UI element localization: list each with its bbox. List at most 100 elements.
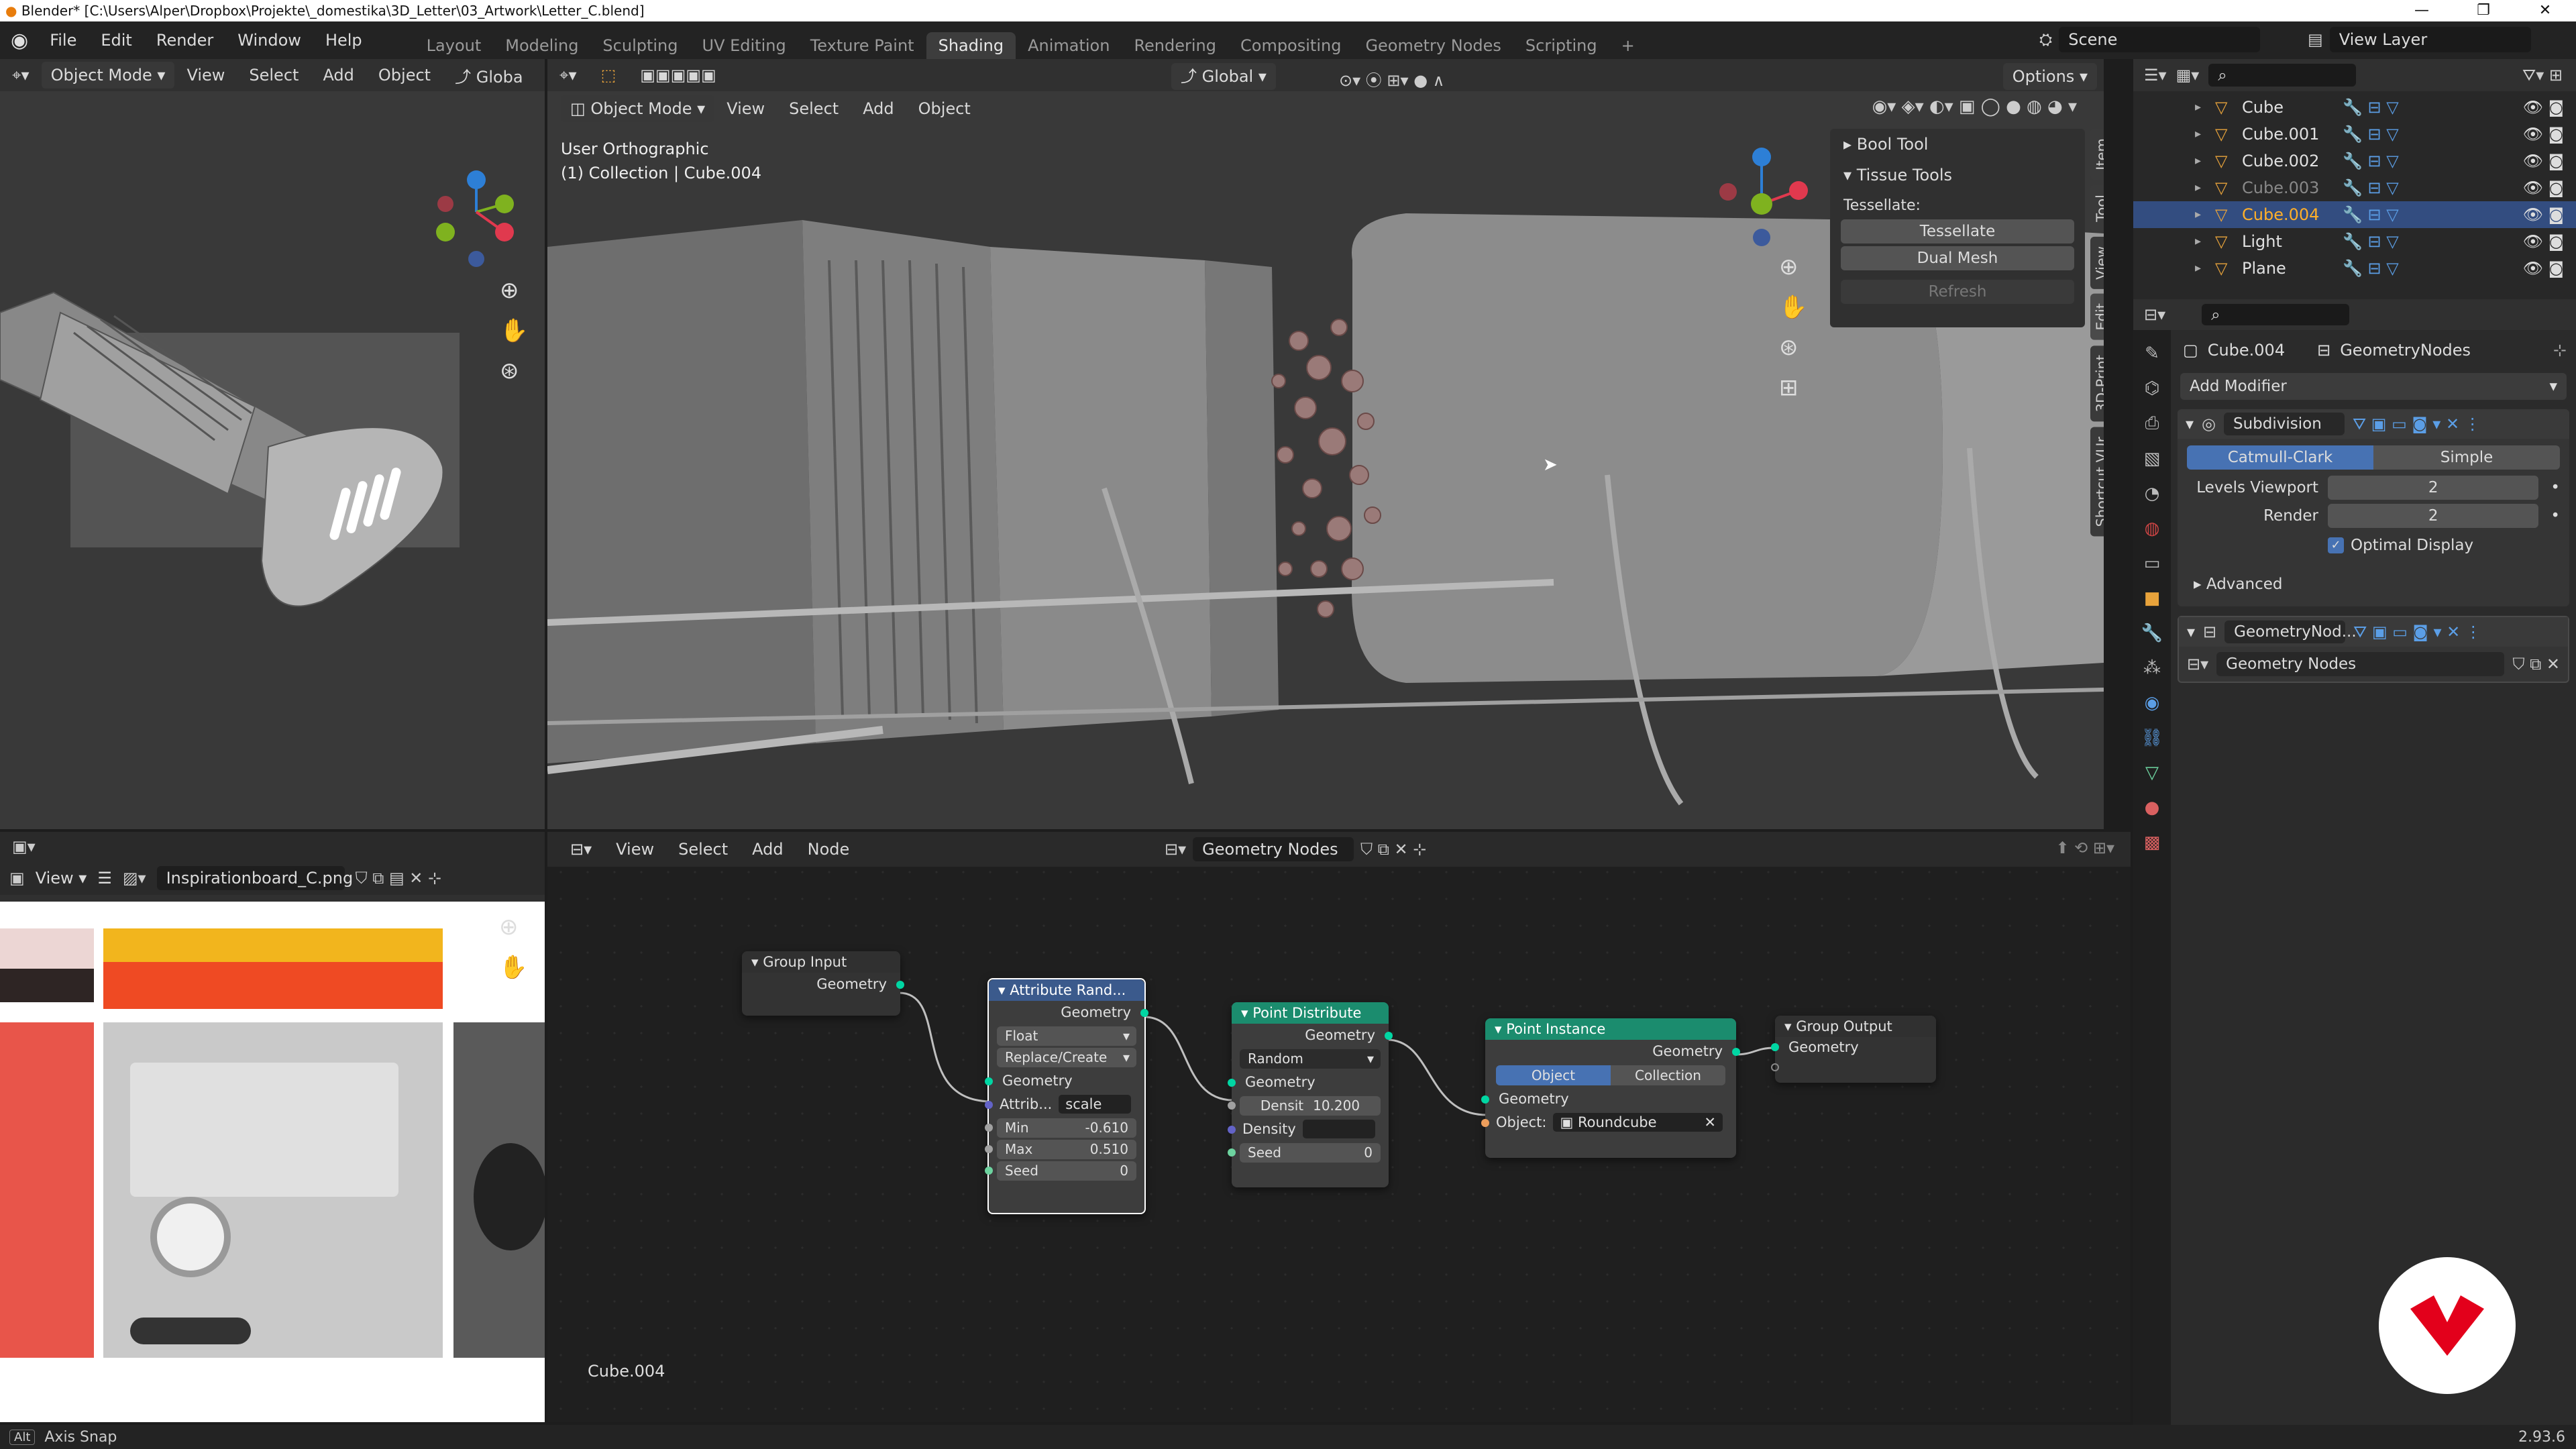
attr-random-mode-select[interactable]: Replace/Create ▾ [997,1048,1136,1067]
outliner-row[interactable]: ▸ ▽ Cube.001 🔧 ⊟ ▽ 👁 ◙ [2133,121,2576,148]
tab-sculpting[interactable]: Sculpting [590,32,690,59]
properties-search[interactable]: ⌕ [2202,304,2350,325]
output-props-icon[interactable]: ⎙ [2145,413,2159,434]
main-mode-select[interactable]: ◫ Object Mode ▾ [561,95,715,122]
node-editor[interactable]: ⊟▾ View Select Add Node ⊟▾ Geometry Node… [547,832,2131,1422]
outliner-row[interactable]: ▸ ▽ Cube 🔧 ⊟ ▽ 👁 ◙ [2133,94,2576,121]
clear-object-icon[interactable]: ✕ [1704,1113,1716,1132]
maximize-button[interactable]: ❐ [2453,0,2514,21]
options-button[interactable]: Options ▾ [2002,63,2097,90]
editor-type-icon[interactable]: ⌖▾ [0,66,42,85]
point-instance-geometry-input[interactable]: Geometry [1481,1087,1736,1111]
pin-icon[interactable]: ⊹ [2553,341,2567,360]
image-browse-icon[interactable]: ▨▾ [123,869,146,888]
left-mode-select[interactable]: Object Mode ▾ [41,62,175,89]
levels-viewport-field[interactable]: 2 [2328,476,2539,500]
physics-props-icon[interactable]: ◉ [2145,693,2160,713]
node-tree-field[interactable]: Geometry Nodes [2216,652,2505,676]
left-camera-icon[interactable]: ⊛ [500,358,519,384]
tab-edit[interactable]: Edit [2090,294,2104,341]
view-layer-field[interactable]: View Layer [2329,27,2531,52]
outliner-item-name[interactable]: Cube.004 [2242,201,2343,228]
point-instance-node[interactable]: ▾ Point Instance Geometry Object Collect… [1481,1018,1740,1158]
snap-icons[interactable]: ⊙▾ ⦿ ⊞▾ ● ∧ [1339,67,1444,91]
constraints-props-icon[interactable]: ⛓ [2141,728,2163,748]
outliner-item-name[interactable]: Cube.001 [2242,121,2343,148]
group-output-geometry-socket[interactable]: Geometry [1771,1037,1936,1057]
bool-tool-panel[interactable]: ▸ Bool Tool [1830,129,2085,160]
tab-layout[interactable]: Layout [415,32,494,59]
tab-animation[interactable]: Animation [1016,32,1122,59]
scene-selector[interactable]: ⛭ Scene [2039,27,2261,52]
point-distribute-mode-select[interactable]: Random ▾ [1240,1049,1381,1069]
tab-geometry-nodes[interactable]: Geometry Nodes [1353,32,1513,59]
scene-props-icon[interactable]: ◔ [2145,484,2160,504]
texture-props-icon[interactable]: ▩ [2144,833,2161,853]
image-actions-icons[interactable]: ⛉ ⧉ ▤ ✕ ⊹ [356,869,442,888]
main-menu-add[interactable]: Add [851,99,906,118]
group-output-node[interactable]: ▾ Group Output Geometry [1771,1016,1936,1083]
left-viewport[interactable]: ⌖▾ Object Mode ▾ View Select Add Object … [0,59,545,829]
collection-props-icon[interactable]: ▭ [2144,553,2161,574]
tab-shortcut-vur[interactable]: Shortcut VUr [2090,427,2104,537]
add-workspace-icon[interactable]: + [1609,32,1647,59]
expand-arrow-icon[interactable]: ▸ [2195,121,2215,148]
left-zoom-icon[interactable]: ⊕ [500,277,519,304]
tab-tool[interactable]: Tool [2090,184,2104,231]
navigation-gizmo[interactable] [1701,137,1822,258]
menu-window[interactable]: Window [225,31,313,50]
advanced-subpanel[interactable]: ▸ Advanced [2178,569,2569,600]
select-mode-icons[interactable]: ▣▣▣▣▣ [628,66,728,85]
instance-collection-button[interactable]: Collection [1611,1065,1725,1085]
subdivision-header[interactable]: ▾ ◎ Subdivision ⛛ ▣ ▭ ◙ ▾ ✕ ⋮ [2178,409,2569,439]
menu-edit[interactable]: Edit [89,31,144,50]
view-layer-props-icon[interactable]: ▧ [2144,449,2161,469]
outliner-search[interactable]: ⌕ [2208,64,2357,87]
expand-arrow-icon[interactable]: ▸ [2195,228,2215,255]
object-props-icon[interactable]: ■ [2144,588,2161,608]
outliner-item-name[interactable]: Light [2242,228,2343,255]
outliner-item-name[interactable]: Cube [2242,94,2343,121]
geonodes-name[interactable]: GeometryNod... [2224,621,2357,643]
point-distribute-density-field[interactable]: Densit 10.200 [1228,1096,1381,1116]
outliner-item-name[interactable]: Cube.002 [2242,148,2343,174]
attr-random-output-socket[interactable]: Geometry [989,1001,1148,1024]
main-menu-select[interactable]: Select [777,99,851,118]
visibility-icons[interactable]: 👁 ◙ [2523,255,2564,282]
properties-editor-icon[interactable]: ⊟▾ [2144,305,2165,324]
dual-mesh-button[interactable]: Dual Mesh [1841,246,2074,270]
attribute-randomize-node[interactable]: ▾ Attribute Rand... Geometry Float ▾ Repl… [985,978,1148,1214]
expand-arrow-icon[interactable]: ▸ [2195,201,2215,228]
scene-name-field[interactable]: Scene [2059,27,2261,52]
main-menu-view[interactable]: View [714,99,777,118]
catmull-clark-button[interactable]: Catmull-Clark [2187,445,2373,470]
outliner-row[interactable]: ▸ ▽ Plane 🔧 ⊟ ▽ 👁 ◙ [2133,255,2576,282]
geonodes-header[interactable]: ▾ ⊟ GeometryNod... ⛛ ▣ ▭ ◙ ▾ ✕ ⋮ [2179,617,2568,647]
visibility-icons[interactable]: 👁 ◙ [2523,201,2564,228]
minimize-button[interactable]: — [2391,0,2453,21]
attr-random-seed-field[interactable]: Seed 0 [985,1161,1136,1181]
expand-arrow-icon[interactable]: ▸ [2195,94,2215,121]
particles-props-icon[interactable]: ⁂ [2143,658,2161,678]
outliner-row[interactable]: ▸ ▽ Cube.003 🔧 ⊟ ▽ 👁 ◙ [2133,174,2576,201]
hamburger-icon[interactable]: ☰ [97,869,112,888]
refresh-button[interactable]: Refresh [1841,280,2074,304]
outliner-row[interactable]: ▸ ▽ Cube.004 🔧 ⊟ ▽ 👁 ◙ [2133,201,2576,228]
point-instance-output-socket[interactable]: Geometry [1485,1040,1740,1063]
point-instance-object-row[interactable]: Object: ▣ Roundcube ✕ [1481,1111,1736,1134]
tab-uv-editing[interactable]: UV Editing [690,32,798,59]
attr-random-max-field[interactable]: Max 0.510 [985,1140,1136,1159]
main-viewport[interactable]: ⌖▾ ⬚ ▣▣▣▣▣ ⤴ Global ▾ ⊙▾ ⦿ ⊞▾ ● ∧ Option… [547,59,2104,829]
node-tree-actions[interactable]: ⛉ ⧉ ✕ [2512,655,2560,674]
tab-modeling[interactable]: Modeling [493,32,590,59]
image-editor-type-icon[interactable]: ▣▾ [12,837,36,856]
camera-view-icon[interactable]: ⊛ [1779,334,1799,361]
instance-object-button[interactable]: Object [1496,1065,1611,1085]
menu-help[interactable]: Help [313,31,374,50]
image-pan-icon[interactable]: ✋ [499,954,527,981]
expand-arrow-icon[interactable]: ▸ [2195,148,2215,174]
attr-random-geometry-input[interactable]: Geometry [985,1069,1144,1093]
tab-texture-paint[interactable]: Texture Paint [798,32,926,59]
expand-arrow-icon[interactable]: ▸ [2195,174,2215,201]
render-levels-field[interactable]: 2 [2328,504,2539,528]
